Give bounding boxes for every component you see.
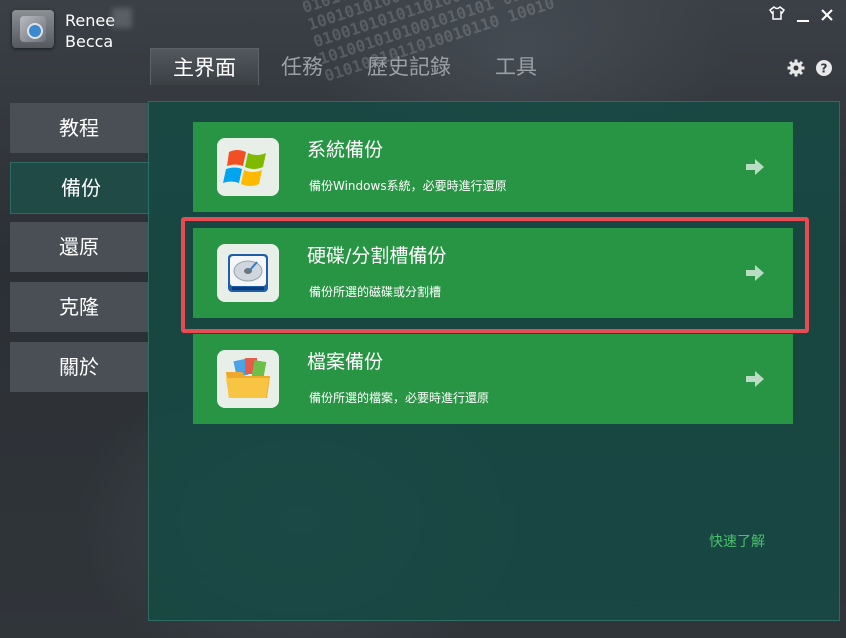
sidebar-item-backup[interactable]: 備份 bbox=[10, 162, 151, 214]
highlight-box bbox=[181, 217, 809, 333]
sidebar-item-about[interactable]: 關於 bbox=[10, 342, 148, 392]
help-icon[interactable]: ? bbox=[815, 59, 833, 77]
brand-blur bbox=[112, 8, 132, 28]
tab-home[interactable]: 主界面 bbox=[150, 48, 259, 85]
close-icon[interactable] bbox=[820, 8, 834, 26]
svg-text:?: ? bbox=[821, 62, 828, 76]
main-tabs: 主界面 任務 歷史記錄 工具 bbox=[150, 48, 559, 85]
tab-tasks[interactable]: 任務 bbox=[259, 48, 345, 84]
sidebar-item-clone[interactable]: 克隆 bbox=[10, 282, 148, 332]
card-title: 系統備份 bbox=[307, 139, 384, 161]
tab-tools[interactable]: 工具 bbox=[473, 48, 559, 84]
tab-history[interactable]: 歷史記錄 bbox=[345, 48, 473, 84]
quick-learn-link[interactable]: 快速了解 bbox=[709, 531, 765, 551]
windows-logo-icon bbox=[217, 138, 279, 196]
skin-icon[interactable] bbox=[768, 6, 786, 24]
arrow-right-icon bbox=[745, 158, 765, 176]
file-backup-card[interactable]: 檔案備份 備份所選的檔案，必要時進行還原 bbox=[193, 334, 793, 424]
brand-line-1: Renee bbox=[65, 11, 116, 30]
folder-icon bbox=[217, 350, 279, 408]
arrow-right-icon bbox=[745, 370, 765, 388]
card-description: 備份Windows系統，必要時進行還原 bbox=[309, 179, 507, 193]
sidebar-item-restore[interactable]: 還原 bbox=[10, 222, 148, 272]
brand: Renee Becca bbox=[65, 10, 115, 52]
minimize-icon[interactable] bbox=[796, 10, 810, 28]
card-title: 檔案備份 bbox=[307, 351, 384, 373]
gear-icon[interactable] bbox=[787, 59, 805, 77]
brand-line-2: Becca bbox=[65, 32, 114, 51]
app-logo bbox=[12, 10, 54, 48]
card-description: 備份所選的檔案，必要時進行還原 bbox=[309, 391, 490, 405]
sidebar-item-tutorial[interactable]: 教程 bbox=[10, 103, 148, 153]
system-backup-card[interactable]: 系統備份 備份Windows系統，必要時進行還原 bbox=[193, 122, 793, 212]
